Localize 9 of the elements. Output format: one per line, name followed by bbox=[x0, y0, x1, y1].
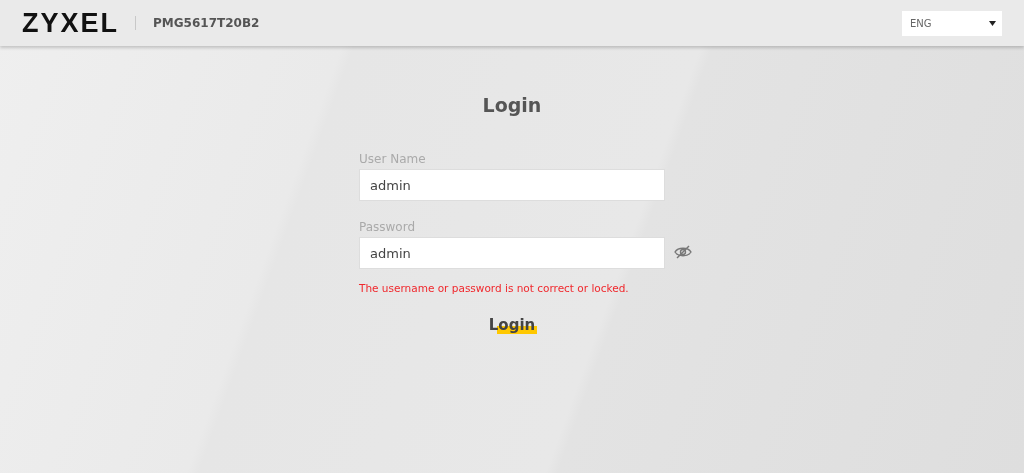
login-title: Login bbox=[482, 94, 542, 116]
error-message: The username or password is not correct or locked. bbox=[359, 282, 630, 294]
password-field[interactable]: admin bbox=[359, 237, 665, 269]
language-select[interactable]: ENG bbox=[902, 10, 1002, 36]
username-field[interactable]: admin bbox=[359, 169, 665, 201]
field-label: User Name bbox=[359, 152, 427, 166]
field-label: Password bbox=[359, 220, 417, 234]
model-name: PMG5617T20B2 bbox=[153, 16, 260, 30]
brand-logo: ZYXEL bbox=[22, 7, 119, 39]
